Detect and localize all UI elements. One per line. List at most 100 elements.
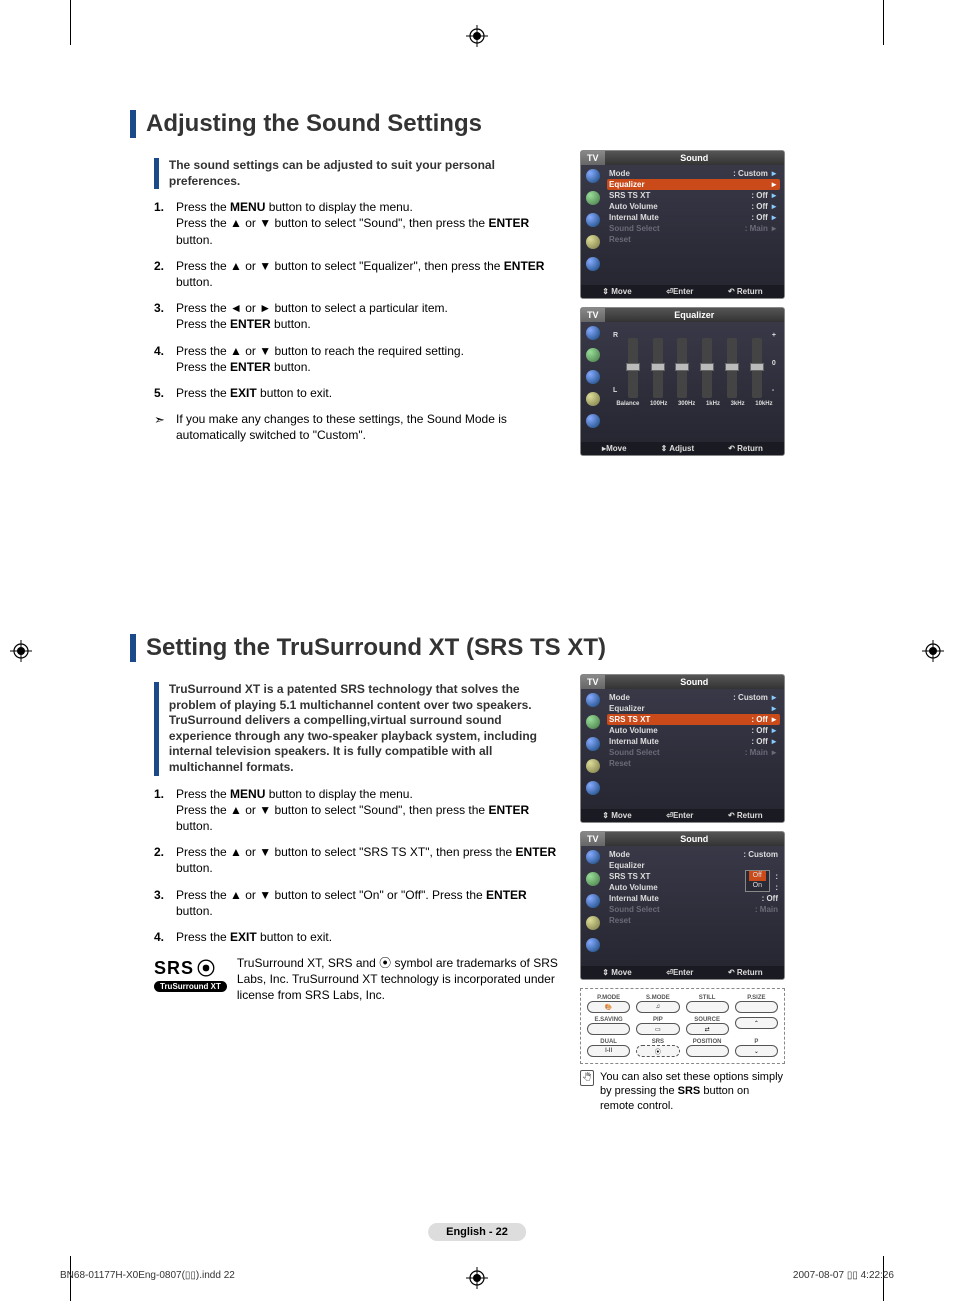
osd-nav-icon [586,938,600,952]
step-number: 3. [154,887,176,919]
step-item: 1.Press the MENU button to display the m… [154,786,560,835]
srs-logo: SRS⦿ TruSurround XT [154,955,227,992]
osd-foot-hint: ↶ Return [728,444,763,453]
step-text: Press the ▲ or ▼ button to select "SRS T… [176,844,560,876]
eq-sliders [620,328,770,398]
osd-equalizer: TV Equalizer RL [580,307,785,456]
step-text: Press the ▲ or ▼ button to select "Equal… [176,258,560,290]
eq-band-label: 1kHz [706,401,720,407]
remote-cell: P.MODE🎨 [587,995,630,1013]
osd-menu-item: Internal Mute: Off ► [607,736,780,747]
remote-cell: PIP▭ [636,1017,679,1035]
osd-menu-item: Internal Mute: Off ► [607,212,780,223]
eq-band-label: 300Hz [678,401,695,407]
remote-cell: P.SIZE [735,995,778,1013]
remote-button [735,1001,778,1013]
intro-accent-bar [154,158,159,189]
eq-band-label: 10kHz [755,401,772,407]
remote-cell: POSITION [686,1039,729,1057]
osd-foot-hint: ↶ Return [728,287,763,296]
page-number: English - 22 [428,1223,526,1241]
step-number: 2. [154,844,176,876]
osd-nav-icon [586,693,600,707]
remote-cell: ⌃ [735,1017,778,1035]
osd-nav-icon [586,894,600,908]
osd-menu-item: Mode: Custom ► [607,168,780,179]
osd-foot-hint: ↶ Return [728,811,763,820]
osd-nav-icon [586,715,600,729]
osd-footer: ⇕ Move⏎Enter↶ Return [581,809,784,822]
osd-icon-strip [581,322,605,442]
osd-menu-item: Reset [607,234,780,245]
popup-option: Off [749,871,766,881]
remote-cell: P⌄ [735,1039,778,1057]
section1-note-text: If you make any changes to these setting… [176,411,560,443]
remote-button: ⌃ [735,1017,778,1029]
step-number: 1. [154,199,176,248]
step-number: 4. [154,929,176,945]
osd-menu-item: Equalizer ► [607,703,780,714]
remote-button: ▭ [636,1023,679,1035]
osd-option-popup: OffOn [745,870,770,892]
step-item: 3.Press the ◄ or ► button to select a pa… [154,300,560,332]
osd-foot-hint: ⏎Enter [666,968,693,977]
step-item: 2.Press the ▲ or ▼ button to select "SRS… [154,844,560,876]
osd-icon-strip [581,689,605,809]
osd-tv-badge: TV [581,832,605,846]
eq-slider [653,338,663,398]
step-item: 1.Press the MENU button to display the m… [154,199,560,248]
eq-band-label: 100Hz [650,401,667,407]
remote-button [686,1045,729,1057]
step-item: 4.Press the ▲ or ▼ button to reach the r… [154,343,560,375]
osd-nav-icon [586,191,600,205]
osd-nav-icon [586,414,600,428]
step-item: 3.Press the ▲ or ▼ button to select "On"… [154,887,560,919]
eq-band-labels: Balance100Hz300Hz1kHz3kHz10kHz [611,401,778,407]
section1-title: Adjusting the Sound Settings [146,110,482,138]
osd-title: Sound [605,832,784,846]
remote-button-grid: P.MODE🎨S.MODE♫STILLP.SIZEE.SAVINGPIP▭SOU… [587,995,778,1057]
tip-row: 🖑 You can also set these options simply … [580,1070,785,1113]
remote-cell: S.MODE♫ [636,995,679,1013]
eq-slider [702,338,712,398]
osd-tv-badge: TV [581,151,605,165]
eq-slider [752,338,762,398]
osd-nav-icon [586,213,600,227]
osd-menu-list: Mode: Custom Equalizer SRS TS XT: Auto V… [605,846,784,966]
section1-steps: 1.Press the MENU button to display the m… [154,199,560,401]
osd-foot-hint: ⇕ Move [602,968,631,977]
osd-menu-item: Auto Volume: Off ► [607,725,780,736]
popup-option: On [749,881,766,891]
eq-left-scale: RL [611,328,620,398]
osd-menu-item: Sound Select: Main [607,904,780,915]
osd-nav-icon [586,169,600,183]
osd-foot-hint: ⏎Enter [666,811,693,820]
step-number: 5. [154,385,176,401]
section1-intro-wrap: The sound settings can be adjusted to su… [154,158,560,189]
section2-intro: TruSurround XT is a patented SRS technol… [169,682,560,776]
osd-menu-item: Reset [607,758,780,769]
remote-cell: STILL [686,995,729,1013]
section1-title-wrap: Adjusting the Sound Settings [130,110,844,138]
osd-nav-icon [586,326,600,340]
osd-icon-strip [581,846,605,966]
osd-nav-icon [586,759,600,773]
osd-foot-hint: ⇕ Move [602,287,631,296]
section1-intro: The sound settings can be adjusted to su… [169,158,560,189]
note-arrow-icon: ➣ [154,411,176,443]
osd-nav-icon [586,850,600,864]
remote-button: ⦿ [636,1045,679,1057]
eq-right-scale: +0- [770,328,778,398]
step-text: Press the ▲ or ▼ button to select "On" o… [176,887,560,919]
step-text: Press the ◄ or ► button to select a part… [176,300,560,332]
osd-menu-item: Mode: Custom ► [607,692,780,703]
osd-title: Sound [605,151,784,165]
osd-title: Sound [605,675,784,689]
eq-band-label: 3kHz [731,401,745,407]
remote-cell: SOURCE⇄ [686,1017,729,1035]
srs-logo-text: SRS [154,958,194,979]
remote-tip-icon: 🖑 [580,1070,594,1086]
osd-sound-equalizer-hi: TV Sound Mode: Custom ►Equalizer ►SRS TS… [580,150,785,299]
remote-button: ♫ [636,1001,679,1013]
remote-button: I-II [587,1045,630,1057]
